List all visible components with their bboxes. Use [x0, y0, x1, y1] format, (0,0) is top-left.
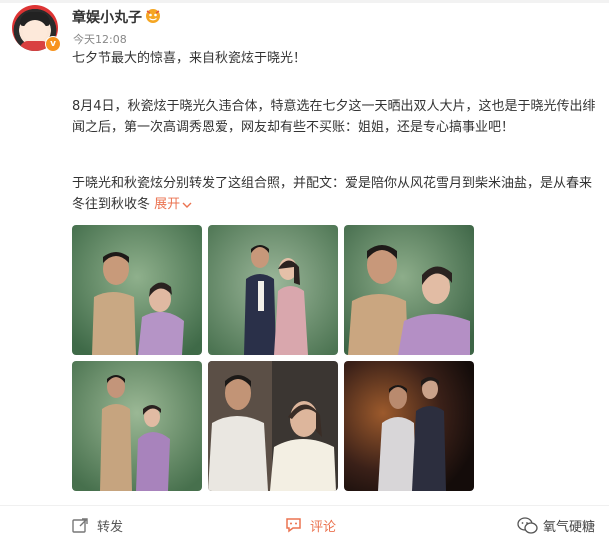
post-paragraph-2: 8月4日，秋瓷炫于晓光久违合体，特意选在七夕这一天晒出双人大片，这也是于晓光传出… — [72, 99, 596, 135]
photo-2[interactable] — [208, 225, 338, 355]
photo-3[interactable] — [344, 225, 474, 355]
forward-icon — [72, 517, 88, 533]
user-level-badge-icon[interactable] — [144, 8, 162, 24]
photo-1[interactable] — [72, 225, 202, 355]
action-divider — [0, 505, 609, 506]
photo-5[interactable] — [208, 361, 338, 491]
watermark: 氧气硬糖 — [517, 516, 595, 535]
avatar-face — [23, 20, 47, 42]
photo-4[interactable] — [72, 361, 202, 491]
top-divider — [0, 0, 609, 3]
expand-label: 展开 — [154, 197, 181, 212]
forward-button[interactable]: 转发 — [72, 514, 123, 536]
expand-link[interactable]: 展开 — [154, 197, 192, 212]
post-paragraph-1: 七夕节最大的惊喜，来自秋瓷炫于晓光！ — [72, 51, 307, 66]
verified-v-icon: v — [45, 36, 61, 52]
weibo-post: v 章娱小丸子 今天12:08 七夕节最大的惊喜，来自秋瓷炫于晓光！ 8月4日，… — [0, 0, 609, 556]
comment-button[interactable]: 评论 — [285, 514, 336, 536]
post-paragraph-3: 于晓光和秋瓷炫分别转发了这组合照，并配文：爱是陪你从风花雪月到柴米油盐，是从春来… — [72, 173, 600, 215]
chevron-down-icon — [182, 202, 192, 208]
comment-label: 评论 — [310, 519, 337, 535]
username[interactable]: 章娱小丸子 — [72, 7, 142, 27]
post-paragraph-3-text: 于晓光和秋瓷炫分别转发了这组合照，并配文：爱是陪你从风花雪月到柴米油盐，是从春来… — [72, 176, 593, 212]
wechat-icon — [517, 516, 538, 534]
post-timestamp[interactable]: 今天12:08 — [73, 31, 127, 47]
photo-6[interactable] — [344, 361, 474, 491]
forward-label: 转发 — [97, 519, 124, 535]
comment-icon — [286, 518, 301, 533]
photo-grid — [72, 225, 474, 493]
watermark-text: 氧气硬糖 — [542, 520, 595, 535]
